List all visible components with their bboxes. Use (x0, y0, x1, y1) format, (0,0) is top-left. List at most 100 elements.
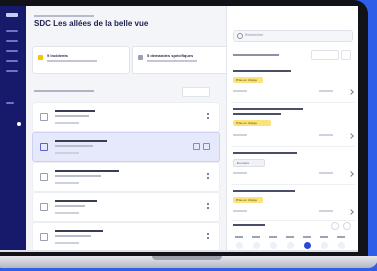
item-meta (55, 212, 79, 214)
list-item[interactable] (32, 222, 220, 252)
sidebar-item-4[interactable] (6, 60, 18, 62)
item-subtitle (55, 175, 101, 177)
task-date (233, 172, 247, 174)
task-title (233, 190, 295, 192)
breadcrumb[interactable] (34, 15, 94, 17)
laptop-notch (152, 256, 222, 260)
panel-filter-select[interactable] (311, 50, 339, 60)
item-subtitle (55, 235, 91, 237)
item-subtitle (55, 145, 93, 147)
edit-icon[interactable] (193, 143, 200, 150)
item-subtitle (55, 115, 89, 117)
sidebar-item-1[interactable] (6, 30, 18, 32)
sidebar-nav (0, 6, 26, 252)
stat-card-incidents[interactable]: 9 incidents (32, 46, 130, 74)
chevron-right-icon[interactable] (348, 171, 354, 177)
more-icon[interactable] (207, 233, 211, 239)
list-item-selected[interactable] (32, 132, 220, 162)
task-assignee (319, 172, 333, 174)
item-title (55, 170, 119, 172)
mini-calendar (233, 222, 353, 252)
list-item[interactable] (32, 162, 220, 192)
calendar-day[interactable] (267, 236, 279, 249)
panel-heading (233, 54, 279, 56)
status-label: Prise en charge (236, 78, 258, 82)
request-icon (138, 55, 143, 60)
stat-label: 9 incidents (47, 53, 68, 58)
next-month-button[interactable] (343, 222, 351, 230)
task-item[interactable]: Prise en charge (231, 104, 355, 147)
task-date (233, 134, 247, 136)
status-label: Prise en charge (236, 121, 258, 125)
search-input[interactable]: Rechercher (233, 30, 353, 42)
item-title (55, 110, 95, 112)
document-icon (40, 143, 48, 151)
document-icon (40, 203, 48, 211)
status-badge: En cours (233, 159, 265, 167)
stat-card-requests[interactable]: 5 demandes spécifiques (132, 46, 230, 74)
main-content: SDC Les allées de la belle vue 9 inciden… (26, 6, 230, 252)
task-item[interactable]: Prise en charge (231, 186, 355, 221)
chevron-right-icon[interactable] (348, 209, 354, 215)
item-meta (55, 242, 79, 244)
sidebar-item-5[interactable] (6, 70, 18, 72)
task-assignee (319, 134, 333, 136)
calendar-day[interactable] (335, 236, 347, 249)
calendar-day[interactable] (318, 236, 330, 249)
calendar-icon[interactable] (341, 50, 351, 60)
item-title (55, 200, 97, 202)
search-placeholder: Rechercher (245, 33, 264, 37)
calendar-day-selected[interactable] (301, 236, 313, 249)
app-logo[interactable] (6, 13, 18, 17)
right-panel: Rechercher Prise en charge Prise en char… (226, 6, 358, 252)
stat-detail (47, 60, 97, 62)
document-icon (40, 113, 48, 121)
document-icon (40, 173, 48, 181)
task-title (233, 108, 303, 110)
chevron-right-icon[interactable] (348, 89, 354, 95)
task-assignee (319, 90, 333, 92)
link-icon[interactable] (203, 143, 210, 150)
item-title (55, 230, 103, 232)
item-meta (55, 152, 79, 154)
screen-bottom-edge (0, 250, 358, 252)
status-badge: Prise en charge (233, 120, 271, 126)
more-icon[interactable] (207, 173, 211, 179)
calendar-day[interactable] (250, 236, 262, 249)
more-icon[interactable] (207, 113, 211, 119)
sidebar-item-6[interactable] (6, 102, 14, 104)
task-title (233, 70, 291, 72)
filter-select[interactable] (182, 87, 210, 97)
task-item[interactable]: Prise en charge (231, 66, 355, 103)
stat-detail (147, 60, 197, 62)
task-date (233, 210, 247, 212)
page-title: SDC Les allées de la belle vue (34, 19, 149, 28)
item-title (55, 140, 107, 142)
sidebar-item-2[interactable] (6, 40, 18, 42)
more-icon[interactable] (207, 203, 211, 209)
task-item[interactable]: En cours (231, 148, 355, 185)
active-indicator (17, 122, 21, 126)
list-item[interactable] (32, 192, 220, 222)
app-screen: SDC Les allées de la belle vue 9 inciden… (0, 6, 358, 252)
list-item[interactable] (32, 102, 220, 132)
task-date (233, 90, 247, 92)
status-badge: Prise en charge (233, 197, 263, 203)
calendar-month-label (233, 224, 265, 226)
stat-label: 5 demandes spécifiques (147, 53, 194, 58)
calendar-day[interactable] (284, 236, 296, 249)
item-meta (55, 182, 79, 184)
prev-month-button[interactable] (331, 222, 339, 230)
document-icon (40, 233, 48, 241)
list-heading (34, 90, 94, 92)
warning-icon (38, 55, 43, 60)
task-assignee (319, 210, 333, 212)
calendar-day[interactable] (233, 236, 245, 249)
sidebar-item-3[interactable] (6, 50, 18, 52)
laptop-base (0, 256, 377, 268)
search-icon (237, 33, 243, 39)
chevron-right-icon[interactable] (348, 133, 354, 139)
status-label: Prise en charge (236, 198, 258, 202)
item-meta (55, 122, 79, 124)
status-label: En cours (237, 161, 249, 165)
